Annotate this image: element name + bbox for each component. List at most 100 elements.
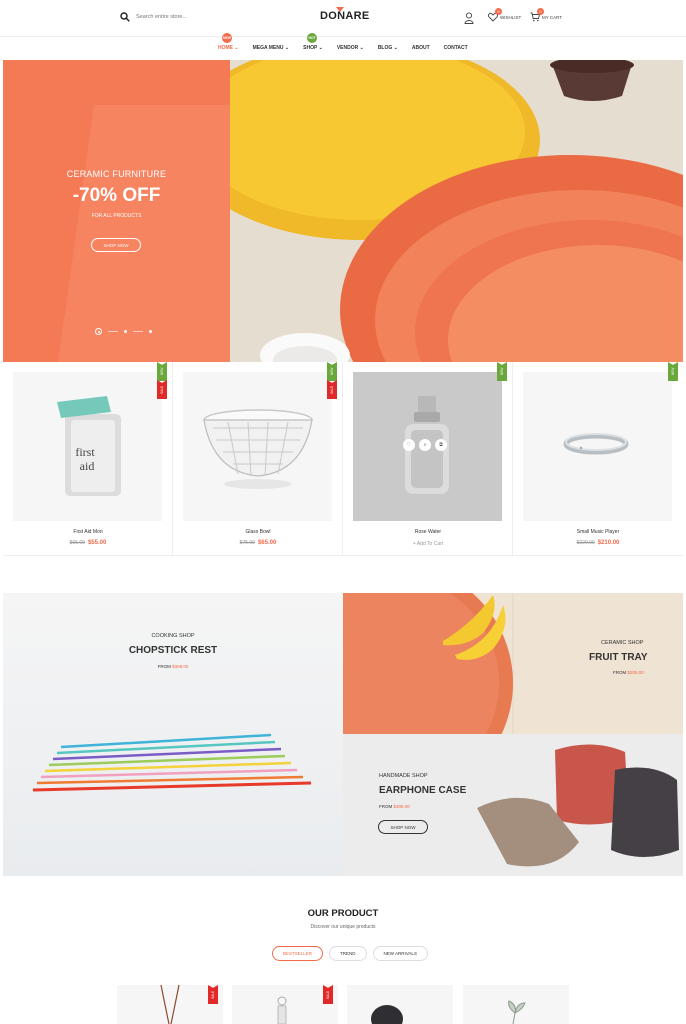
banner-price: FROM $308.00 — [613, 670, 644, 675]
product-name[interactable]: Glass Bowl — [173, 529, 343, 535]
slider-dot-active[interactable] — [95, 328, 102, 335]
fruit-tray-image — [343, 593, 683, 734]
nav-label: VENDOR — [336, 45, 359, 51]
product-card[interactable]: NEW Small Music Player $220.00 $210.00 — [513, 362, 683, 556]
old-price: $220.00 — [576, 540, 595, 546]
top-header: DONARE 0 WISHLIST 0 MY CART — [0, 0, 686, 36]
banner-category: CERAMIC SHOP — [601, 640, 644, 646]
product-card[interactable]: ♡ ⌕ ⧉ NEW Rose Water + Add To Cart — [343, 362, 513, 556]
wishlist-count-badge: 0 — [495, 8, 502, 15]
tab-bestseller[interactable]: BESTSELLER — [272, 946, 324, 961]
product-image[interactable] — [183, 372, 332, 521]
glass-bowl-image — [203, 409, 313, 489]
nav-item-shop[interactable]: HOT SHOP ⌄ — [303, 33, 323, 51]
svg-text:first: first — [75, 445, 95, 459]
new-badge: NEW — [497, 362, 507, 381]
nav-label: CONTACT — [443, 45, 468, 51]
product-card[interactable] — [463, 985, 569, 1024]
slider-dot[interactable] — [124, 330, 127, 333]
chopstick-banner[interactable]: COOKING SHOP CHOPSTICK REST FROM $308.00 — [3, 593, 343, 876]
hero-shop-now-button[interactable]: SHOP NOW — [91, 238, 141, 252]
featured-products: first aid NEW SALE First Aid Mori $65.00… — [3, 362, 683, 556]
nav-item-contact[interactable]: CONTACT — [444, 45, 468, 51]
cart-link[interactable]: 0 MY CART — [530, 8, 563, 22]
nav-item-vendor[interactable]: VENDOR ⌄ — [337, 45, 364, 51]
search-icon[interactable]: ⌕ — [419, 439, 431, 451]
product-card[interactable]: NEW SALE Glass Bowl $75.00 $65.00 — [173, 362, 343, 556]
hero-promo-panel: CERAMIC FURNITURE -70% OFF FOR ALL PRODU… — [3, 60, 230, 362]
hero-slider: CERAMIC FURNITURE -70% OFF FOR ALL PRODU… — [3, 60, 683, 362]
sale-price: $55.00 — [87, 540, 107, 546]
product-card[interactable]: SALE — [232, 985, 338, 1024]
first-aid-tin-image: first aid — [57, 396, 121, 496]
banner-category: COOKING SHOP — [151, 633, 195, 639]
sale-price: $65.00 — [257, 540, 277, 546]
product-name[interactable]: Small Music Player — [513, 529, 683, 535]
chevron-down-icon: ⌄ — [393, 45, 398, 51]
tab-new-arrivals[interactable]: NEW ARRIVALS — [372, 946, 428, 961]
wishlist-label: WISHLIST — [500, 14, 522, 20]
old-price: $75.00 — [239, 540, 255, 546]
wishlist-link[interactable]: 0 WISHLIST — [488, 8, 522, 22]
banner-title[interactable]: EARPHONE CASE — [379, 785, 466, 796]
earphone-shop-now-button[interactable]: SHOP NOW — [378, 820, 428, 834]
hero-title: -70% OFF — [72, 185, 161, 206]
nav-item-about[interactable]: ABOUT — [412, 45, 430, 51]
earphone-case-banner[interactable]: HANDMADE SHOP EARPHONE CASE FROM $308.00… — [343, 734, 683, 876]
product-card[interactable] — [347, 985, 453, 1024]
hero-caption: FOR ALL PRODUCTS — [91, 213, 142, 219]
glass-bottle-image — [277, 996, 287, 1024]
section-title: OUR PRODUCT — [307, 908, 379, 919]
sale-badge: SALE — [327, 380, 337, 399]
ring-image — [563, 433, 629, 455]
chevron-down-icon: ⌄ — [318, 45, 323, 51]
nav-item-home[interactable]: NEW HOME ⌄ — [218, 33, 239, 51]
compare-icon[interactable]: ⧉ — [435, 439, 447, 451]
nav-label: MEGA MENU — [252, 45, 284, 51]
product-name[interactable]: Rose Water — [343, 529, 513, 535]
nav-tag-new: NEW — [222, 33, 232, 43]
product-card[interactable]: SALE — [117, 985, 223, 1024]
product-card[interactable]: first aid NEW SALE First Aid Mori $65.00… — [3, 362, 173, 556]
nav-item-blog[interactable]: BLOG ⌄ — [378, 45, 398, 51]
product-image[interactable]: first aid — [13, 372, 162, 521]
chevron-down-icon: ⌄ — [284, 45, 290, 51]
chevron-down-icon: ⌄ — [234, 45, 239, 51]
logo[interactable]: DONARE — [320, 10, 369, 22]
banner-title[interactable]: FRUIT TRAY — [589, 652, 648, 663]
necklace-image — [160, 985, 180, 1024]
tab-trend[interactable]: TREND — [329, 946, 367, 961]
nav-item-mega-menu[interactable]: MEGA MENU ⌄ — [253, 45, 290, 51]
plant-image — [508, 1000, 526, 1024]
section-subtitle: Discover our unique products — [310, 924, 376, 930]
product-image[interactable] — [523, 372, 672, 521]
product-price: $65.00 $55.00 — [3, 540, 173, 546]
user-icon[interactable] — [464, 12, 474, 24]
product-price: $220.00 $210.00 — [513, 540, 683, 546]
nav-label: HOME — [218, 45, 233, 51]
cart-count-badge: 0 — [537, 8, 544, 15]
banner-price: FROM $308.00 — [157, 664, 189, 669]
old-price: $65.00 — [69, 540, 85, 546]
sale-badge: SALE — [157, 380, 167, 399]
slider-dot[interactable] — [149, 330, 152, 333]
product-name[interactable]: First Aid Mori — [3, 529, 173, 535]
chevron-down-icon: ⌄ — [359, 45, 364, 51]
heart-icon[interactable]: ♡ — [403, 439, 415, 451]
nav-tag-hot: HOT — [307, 33, 318, 43]
add-to-cart-link[interactable]: + Add To Cart — [343, 541, 513, 547]
fruit-tray-banner[interactable]: CERAMIC SHOP FRUIT TRAY FROM $308.00 — [343, 593, 683, 734]
banner-title[interactable]: CHOPSTICK REST — [3, 645, 343, 656]
search-bar[interactable] — [120, 12, 216, 22]
speaker-image — [371, 1005, 403, 1024]
banner-price: FROM $308.00 — [379, 804, 410, 809]
product-image[interactable]: ♡ ⌕ ⧉ — [353, 372, 502, 521]
hero-subtitle: CERAMIC FURNITURE — [66, 169, 167, 179]
product-tabs: BESTSELLER TREND NEW ARRIVALS — [272, 946, 428, 961]
cart-label: MY CART — [542, 14, 563, 20]
search-icon[interactable] — [120, 12, 130, 22]
search-input[interactable] — [136, 14, 216, 20]
banner-category: HANDMADE SHOP — [379, 773, 428, 779]
main-nav: NEW HOME ⌄ MEGA MENU ⌄ HOT SHOP ⌄ VENDOR… — [0, 33, 686, 58]
product-price: $75.00 $65.00 — [173, 540, 343, 546]
